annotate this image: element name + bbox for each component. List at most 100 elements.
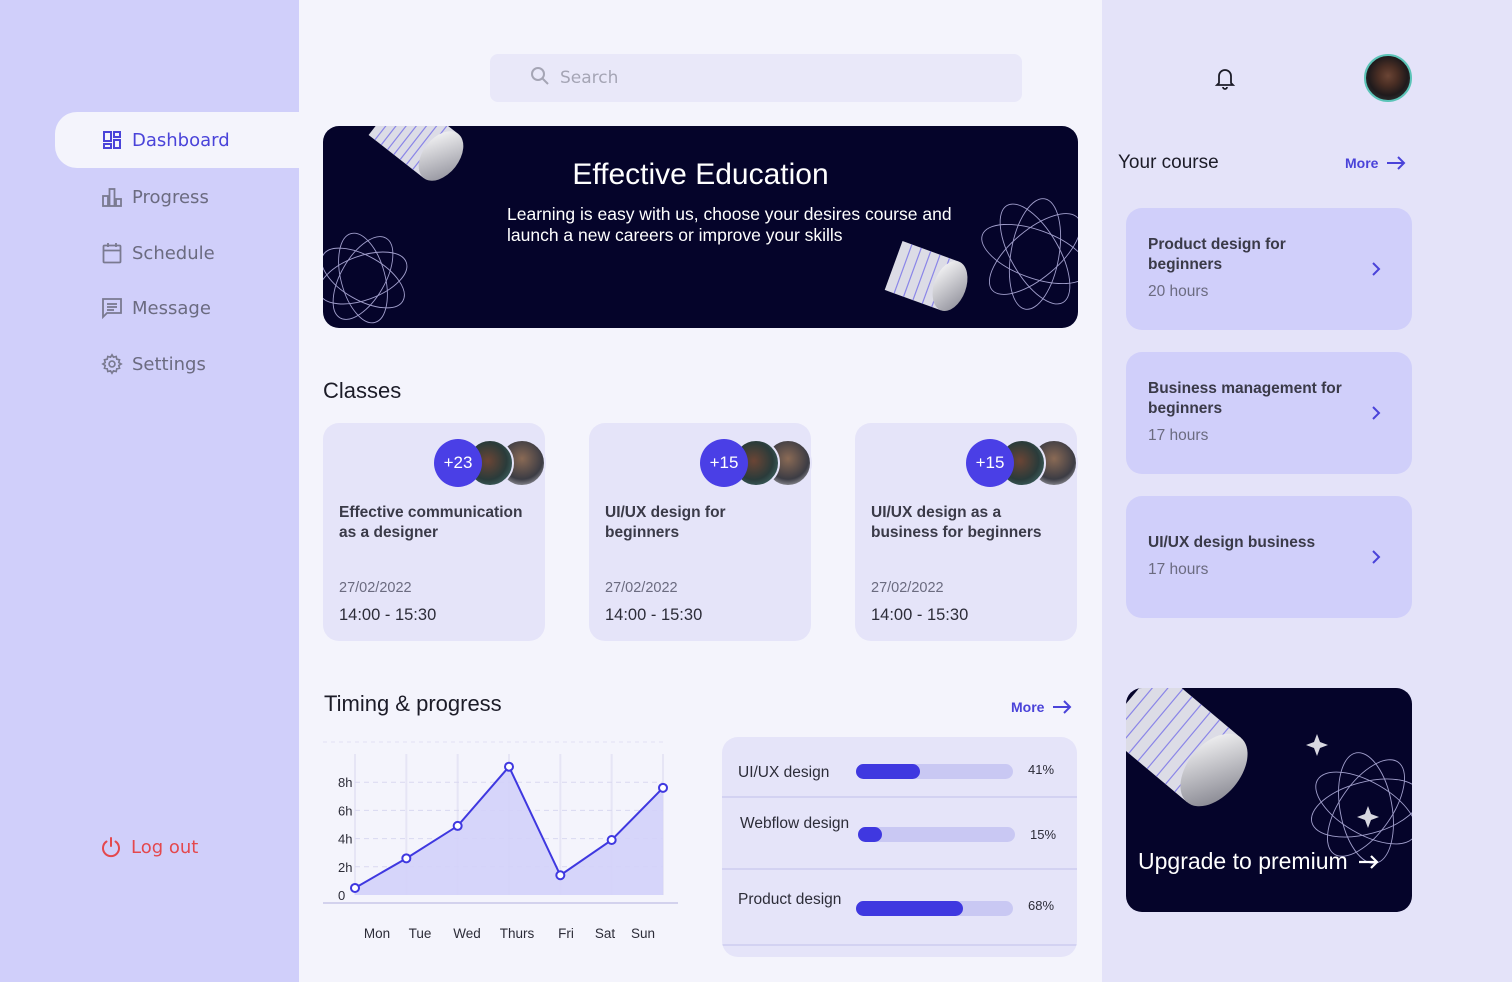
logout-button[interactable]: Log out bbox=[100, 836, 198, 858]
chart-x-tick-label: Tue bbox=[409, 926, 432, 941]
chart-y-tick-label: 0 bbox=[338, 888, 345, 903]
class-time: 14:00 - 15:30 bbox=[871, 606, 969, 624]
sparkle-icon bbox=[1357, 806, 1379, 828]
gear-icon bbox=[101, 353, 123, 375]
sidebar-item-schedule[interactable]: Schedule bbox=[55, 225, 299, 281]
course-card[interactable]: Business management for beginners 17 hou… bbox=[1126, 352, 1412, 474]
chart-x-tick-label: Sun bbox=[631, 926, 655, 941]
more-label: More bbox=[1345, 155, 1379, 171]
arrow-right-icon bbox=[1387, 156, 1406, 170]
sidebar-item-label: Schedule bbox=[132, 242, 215, 264]
sidebar-item-progress[interactable]: Progress bbox=[55, 169, 299, 225]
progress-row: Product design 68% bbox=[722, 870, 1077, 946]
participants-badge: +15 bbox=[700, 439, 748, 487]
chart-x-tick-label: Mon bbox=[364, 926, 390, 941]
course-progress-list: UI/UX design 41% Webflow design 15% Prod… bbox=[722, 737, 1077, 957]
progress-value: 15% bbox=[1030, 827, 1057, 842]
dashboard-icon bbox=[101, 129, 123, 151]
course-title: Business management for beginners bbox=[1148, 380, 1342, 417]
timing-chart: 0 2h 4h 6h 8h Mon Tue Wed Thurs Fri Sat Sun bbox=[323, 741, 678, 941]
search-input[interactable] bbox=[560, 68, 980, 88]
progress-label: Webflow design bbox=[740, 815, 850, 832]
course-hours: 20 hours bbox=[1148, 283, 1209, 300]
class-title: UI/UX design for beginners bbox=[605, 504, 726, 541]
course-title: UI/UX design business bbox=[1148, 534, 1316, 551]
sidebar: Dashboard Progress Schedule Message Sett… bbox=[0, 0, 299, 982]
chart-x-tick-label: Wed bbox=[453, 926, 481, 941]
premium-label: Upgrade to premium bbox=[1138, 848, 1348, 874]
message-icon bbox=[101, 297, 123, 319]
class-time: 14:00 - 15:30 bbox=[605, 606, 703, 624]
bell-icon[interactable] bbox=[1214, 66, 1236, 94]
course-title: Product design for beginners bbox=[1148, 236, 1286, 273]
sidebar-item-message[interactable]: Message bbox=[55, 280, 299, 336]
progress-fill bbox=[856, 901, 963, 916]
chevron-right-icon bbox=[1372, 406, 1381, 420]
your-course-title: Your course bbox=[1118, 152, 1219, 173]
progress-value: 41% bbox=[1028, 762, 1055, 777]
class-date: 27/02/2022 bbox=[605, 580, 678, 596]
chart-y-tick-label: 4h bbox=[338, 832, 352, 847]
chart-point bbox=[350, 882, 360, 893]
progress-fill bbox=[858, 827, 882, 842]
progress-label: UI/UX design bbox=[738, 764, 830, 781]
sidebar-item-label: Message bbox=[132, 297, 211, 319]
your-course-more-link[interactable]: More bbox=[1345, 155, 1406, 171]
progress-label: Product design bbox=[738, 891, 842, 908]
course-card[interactable]: Product design for beginners 20 hours bbox=[1126, 208, 1412, 330]
course-hours: 17 hours bbox=[1148, 561, 1209, 578]
chevron-right-icon bbox=[1372, 550, 1381, 564]
class-time: 14:00 - 15:30 bbox=[339, 606, 437, 624]
chart-point bbox=[504, 761, 514, 772]
course-hours: 17 hours bbox=[1148, 427, 1209, 444]
sidebar-item-settings[interactable]: Settings bbox=[55, 336, 299, 392]
progress-track bbox=[856, 764, 1013, 779]
sparkle-icon bbox=[1306, 734, 1328, 756]
upgrade-premium-card[interactable]: Upgrade to premium bbox=[1126, 688, 1412, 912]
chart-point bbox=[658, 782, 668, 793]
sidebar-item-label: Dashboard bbox=[132, 129, 230, 151]
hero-banner: Effective Education Learning is easy wit… bbox=[323, 126, 1078, 328]
class-title: Effective communication as a designer bbox=[339, 504, 523, 541]
hero-title: Effective Education bbox=[572, 158, 829, 191]
class-date: 27/02/2022 bbox=[339, 580, 412, 596]
class-date: 27/02/2022 bbox=[871, 580, 944, 596]
bar-chart-icon bbox=[101, 186, 123, 208]
user-avatar[interactable] bbox=[1364, 54, 1412, 102]
chart-point bbox=[452, 820, 463, 831]
more-label: More bbox=[1011, 699, 1045, 715]
participants-badge: +15 bbox=[966, 439, 1014, 487]
progress-row: UI/UX design 41% bbox=[722, 737, 1077, 798]
chart-y-tick-label: 8h bbox=[338, 775, 352, 790]
premium-cta: Upgrade to premium bbox=[1138, 848, 1380, 875]
progress-track bbox=[858, 827, 1015, 842]
chart-x-tick-label: Fri bbox=[558, 926, 574, 941]
logout-label: Log out bbox=[131, 836, 199, 858]
arrow-right-icon bbox=[1053, 700, 1072, 714]
chart-x-tick-label: Sat bbox=[595, 926, 616, 941]
calendar-icon bbox=[101, 242, 123, 264]
sidebar-item-dashboard[interactable]: Dashboard bbox=[55, 112, 299, 168]
classes-title: Classes bbox=[323, 378, 402, 403]
chart-area bbox=[355, 766, 663, 895]
chart-point bbox=[401, 853, 412, 864]
class-card[interactable]: +15 UI/UX design as a business for begin… bbox=[855, 423, 1078, 641]
progress-value: 68% bbox=[1028, 898, 1055, 913]
participants-badge: +23 bbox=[434, 439, 482, 487]
timing-title: Timing & progress bbox=[324, 691, 502, 716]
class-card[interactable]: +23 Effective communication as a designe… bbox=[323, 423, 546, 641]
chevron-right-icon bbox=[1372, 262, 1381, 276]
search-icon bbox=[530, 66, 550, 90]
search-bar bbox=[490, 54, 1022, 102]
class-title: UI/UX design as a business for beginners bbox=[871, 504, 1042, 541]
timing-more-link[interactable]: More bbox=[1011, 699, 1072, 715]
course-card[interactable]: UI/UX design business 17 hours bbox=[1126, 496, 1412, 618]
progress-track bbox=[856, 901, 1013, 916]
class-card[interactable]: +15 UI/UX design for beginners 27/02/202… bbox=[589, 423, 812, 641]
sidebar-item-label: Settings bbox=[132, 353, 206, 375]
hero-subtitle: Learning is easy with us, choose your de… bbox=[507, 204, 952, 245]
arrow-right-icon bbox=[1358, 854, 1379, 869]
premium-decoration bbox=[1126, 688, 1412, 864]
progress-fill bbox=[856, 764, 921, 779]
sidebar-item-label: Progress bbox=[132, 186, 209, 208]
